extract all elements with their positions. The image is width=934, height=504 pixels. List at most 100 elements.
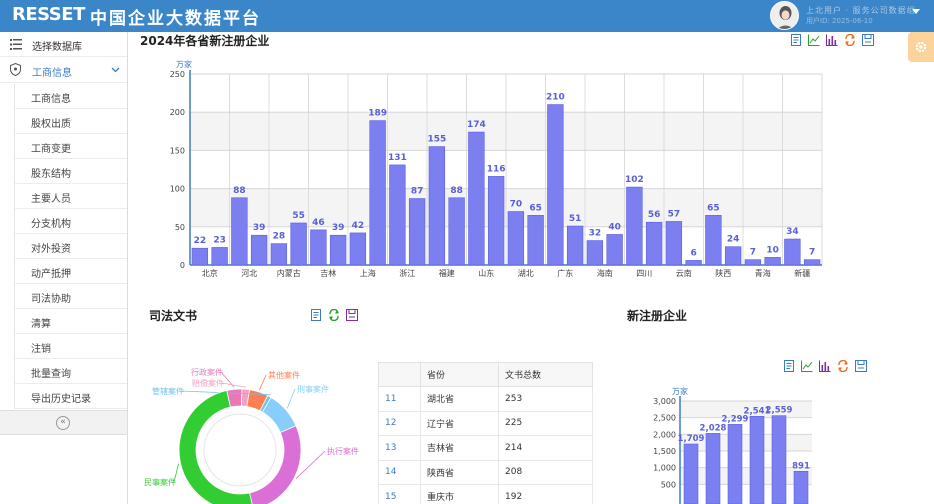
refresh-icon[interactable]: [328, 309, 340, 321]
bar[interactable]: [566, 225, 584, 266]
bar[interactable]: [793, 471, 809, 504]
bar[interactable]: [764, 257, 781, 266]
bar[interactable]: [606, 234, 623, 266]
table-cell-province: 吉林省: [420, 435, 499, 461]
bar[interactable]: [645, 221, 663, 266]
donut-slice[interactable]: [178, 389, 253, 504]
line-chart-icon[interactable]: [801, 360, 813, 372]
bar[interactable]: [744, 259, 762, 266]
bar[interactable]: [665, 221, 683, 266]
bar[interactable]: [727, 424, 743, 504]
x-tick-label: 青海: [755, 268, 771, 278]
sidebar-item[interactable]: 对外投资: [14, 234, 127, 259]
table-row[interactable]: 14 陕西省 208: [378, 459, 593, 485]
bar[interactable]: [683, 443, 699, 504]
collapse-sidebar-button[interactable]: «: [56, 416, 70, 430]
bar[interactable]: [389, 164, 406, 266]
refresh-icon[interactable]: [844, 34, 856, 46]
save-icon[interactable]: [862, 34, 874, 46]
bar[interactable]: [369, 120, 386, 266]
data-view-icon[interactable]: [783, 360, 795, 372]
bar[interactable]: [527, 215, 544, 266]
data-view-icon[interactable]: [310, 309, 322, 321]
table-row[interactable]: 12 辽宁省 225: [378, 410, 593, 436]
table-row[interactable]: 11 湖北省 253: [378, 386, 593, 412]
sidebar-item[interactable]: 股权出质: [14, 109, 127, 134]
bar[interactable]: [784, 238, 801, 266]
table-row[interactable]: 15 重庆市 192: [378, 484, 593, 504]
newreg-title: 新注册企业: [627, 309, 688, 323]
x-tick-label: 北京: [202, 268, 218, 278]
sidebar-item[interactable]: 动产抵押: [14, 259, 127, 284]
table-header-index[interactable]: [378, 362, 421, 387]
y-tick-label: 150: [170, 146, 185, 155]
bar[interactable]: [428, 146, 446, 266]
x-tick-label: 海南: [597, 268, 613, 278]
bar[interactable]: [705, 215, 722, 266]
y-tick-label: 1,000: [653, 464, 676, 473]
table-cell-count: 192: [498, 484, 593, 504]
bar[interactable]: [487, 176, 505, 266]
bar[interactable]: [724, 246, 742, 266]
sidebar-item[interactable]: 导出历史记录: [14, 384, 127, 409]
avatar[interactable]: [770, 1, 799, 30]
sidebar-item[interactable]: 主要人员: [14, 184, 127, 209]
sidebar-item[interactable]: 司法协助: [14, 284, 127, 309]
bar-value-label: 2,559: [766, 406, 793, 416]
line-chart-icon[interactable]: [808, 34, 820, 46]
y-tick-label: 2,500: [653, 414, 676, 423]
save-icon[interactable]: [855, 360, 867, 372]
bar-value-label: 32: [589, 229, 602, 239]
refresh-icon[interactable]: [837, 360, 849, 372]
select-database-button[interactable]: 选择数据库: [0, 32, 127, 57]
data-view-icon[interactable]: [790, 34, 802, 46]
table-cell-province: 重庆市: [420, 484, 499, 504]
bar[interactable]: [231, 197, 248, 266]
sidebar-group-gongshang[interactable]: 工商信息: [0, 58, 127, 83]
judicial-table: 省份 文书总数 11 湖北省 253 12 辽宁省 225 13 吉林省 214 14 陕西省 208…: [378, 362, 593, 504]
sidebar-item[interactable]: 工商变更: [14, 134, 127, 159]
sidebar-item[interactable]: 股东结构: [14, 159, 127, 184]
x-tick-label: 河北: [241, 268, 257, 278]
save-icon[interactable]: [346, 309, 358, 321]
bar[interactable]: [211, 247, 228, 266]
bar[interactable]: [771, 415, 787, 504]
gear-icon: [915, 41, 927, 53]
donut-slice[interactable]: [249, 425, 302, 504]
sidebar-item[interactable]: 清算: [14, 309, 127, 334]
bar[interactable]: [685, 260, 702, 266]
table-cell-count: 214: [498, 435, 593, 461]
table-header-province[interactable]: 省份: [420, 362, 499, 387]
table-header-count[interactable]: 文书总数: [498, 362, 593, 387]
bar[interactable]: [310, 229, 327, 266]
bar[interactable]: [270, 243, 288, 266]
resset-logo[interactable]: RESSET: [12, 4, 85, 25]
bar-chart-icon[interactable]: [826, 34, 838, 46]
bar[interactable]: [448, 197, 465, 266]
bar[interactable]: [626, 186, 643, 266]
label-leader-line: [286, 388, 296, 409]
bar[interactable]: [705, 433, 721, 504]
bar[interactable]: [586, 240, 604, 266]
bar-value-label: 131: [388, 153, 407, 163]
bar[interactable]: [250, 234, 268, 266]
bar[interactable]: [547, 104, 564, 266]
settings-tab[interactable]: [908, 32, 934, 62]
bar[interactable]: [507, 211, 525, 266]
bar[interactable]: [329, 234, 347, 266]
bar[interactable]: [349, 232, 367, 266]
sidebar-item[interactable]: 批量查询: [14, 359, 127, 384]
bar-chart-icon[interactable]: [819, 360, 831, 372]
sidebar-item[interactable]: 分支机构: [14, 209, 127, 234]
bar[interactable]: [468, 131, 485, 266]
sidebar-item[interactable]: 工商信息: [14, 84, 127, 109]
sidebar-item[interactable]: 注销: [14, 334, 127, 359]
bar[interactable]: [803, 259, 821, 266]
bar[interactable]: [749, 415, 765, 504]
bar[interactable]: [290, 222, 307, 266]
bar[interactable]: [408, 198, 426, 266]
sidebar-collapse-bar[interactable]: «: [0, 410, 127, 435]
bar[interactable]: [191, 247, 209, 266]
user-menu-caret-icon[interactable]: [912, 9, 920, 14]
table-row[interactable]: 13 吉林省 214: [378, 435, 593, 461]
